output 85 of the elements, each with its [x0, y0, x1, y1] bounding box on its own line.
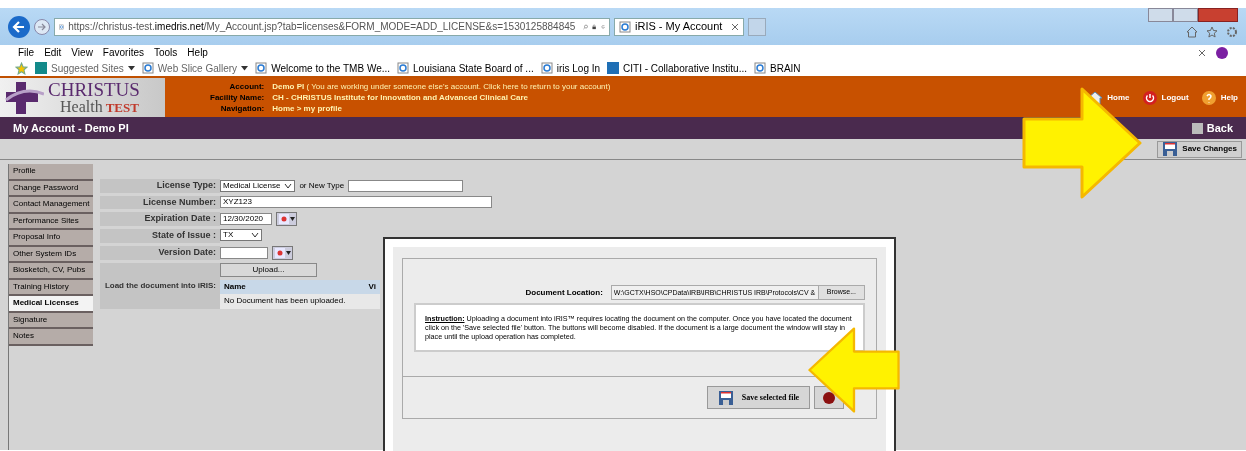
calendar-button[interactable] [276, 212, 297, 226]
favorites-link[interactable]: iris Log In [540, 60, 601, 76]
field-label: or New Type [299, 179, 345, 192]
power-icon [1141, 89, 1158, 106]
cancel-icon [823, 391, 835, 404]
browser-tab[interactable]: iRIS - My Account [614, 17, 744, 36]
save-changes-button[interactable]: Save Changes [1157, 140, 1242, 158]
license-number-field[interactable]: XYZ123 [220, 195, 492, 208]
chevron-icon [284, 182, 293, 189]
restore-button[interactable] [1173, 8, 1198, 22]
info-value: CH - CHRISTUS Institute for Innovation and Advanced Clinical Care [272, 92, 529, 103]
sidebar-item[interactable]: Contact Management [9, 197, 93, 214]
forward-arrow-icon [37, 21, 47, 32]
bing-icon [35, 62, 47, 74]
page-title: My Account - Demo PI [13, 120, 129, 136]
close-button[interactable] [1198, 8, 1238, 22]
save-file-button[interactable]: Save selected file [707, 386, 810, 409]
header-link[interactable]: Logout [1141, 89, 1189, 106]
tab-title: iRIS - My Account [635, 19, 724, 35]
favorites-link[interactable]: Web Slice Gallery [141, 60, 249, 76]
close-icon[interactable] [731, 22, 739, 31]
menu-item[interactable]: Edit [44, 45, 62, 60]
back-button[interactable] [8, 15, 30, 38]
calendar-button[interactable] [272, 245, 293, 260]
back-arrow-icon [12, 19, 26, 34]
forward-button[interactable] [34, 18, 50, 35]
chevron-icon [251, 232, 259, 238]
back-link[interactable]: Back [1191, 119, 1233, 137]
upload-button[interactable]: Upload... [220, 262, 317, 277]
sidebar-item[interactable]: Proposal Info [9, 230, 93, 247]
field-label: License Type: [100, 179, 220, 193]
address-bar[interactable]: https://christus-test.imedris.net/My_Account.jsp?tab=licenses&FORM_MODE=ADD_LICENSE&s=1530125884845 [54, 17, 610, 36]
home-icon[interactable] [1186, 26, 1198, 38]
site-icon [607, 62, 620, 74]
url-text: https://christus-test.imedris.net/My_Account.jsp?tab=licenses&FORM_MODE=ADD_LICENSE&s=1530125884845 [68, 20, 576, 34]
field-label: Load the document into iRIS: [100, 262, 220, 309]
menu-item[interactable]: View [71, 45, 93, 60]
sidebar-item[interactable]: Biosketch, CV, Pubs [9, 263, 93, 280]
settings-icon[interactable] [1226, 26, 1238, 38]
field-label: License Number: [100, 195, 220, 209]
logo-subtitle: Health TEST [59, 99, 140, 115]
info-label: Navigation: [219, 103, 265, 114]
column-header: Vi [368, 280, 376, 293]
new-type-field[interactable] [348, 179, 464, 192]
field-label: Document Location: [525, 286, 603, 299]
menu-item[interactable]: File [18, 45, 35, 60]
calendar-icon [274, 247, 291, 258]
help-icon [1200, 89, 1217, 106]
favorites-link[interactable]: Louisiana State Board of ... [397, 60, 534, 76]
close-icon[interactable] [1198, 48, 1206, 57]
favorites-link[interactable]: Suggested Sites [35, 60, 135, 76]
menu-item[interactable]: Favorites [102, 45, 144, 60]
profile-icon[interactable] [1216, 46, 1228, 59]
state-select[interactable]: TX [220, 229, 262, 241]
version-date-field[interactable] [220, 246, 268, 259]
favorites-link[interactable]: BRAIN [754, 60, 801, 76]
dropdown-caret-icon [241, 65, 249, 71]
field-label: State of Issue : [100, 229, 220, 243]
star-icon[interactable] [1206, 26, 1218, 38]
field-label: Version Date: [100, 245, 220, 260]
info-value[interactable]: Demo PI ( You are working under someone else's account. Click here to return to your account) [272, 81, 611, 92]
favorites-star-icon[interactable] [15, 61, 28, 75]
favorites-link[interactable]: CITI - Collaborative Institu... [607, 60, 747, 76]
page-icon [619, 20, 631, 33]
sidebar-item[interactable]: Profile [9, 164, 93, 181]
back-icon [1191, 122, 1203, 134]
menu-item[interactable]: Tools [154, 45, 178, 60]
minimize-button[interactable] [1148, 8, 1173, 22]
dropdown-caret-icon [127, 65, 135, 71]
info-value: Home > my profile [272, 103, 343, 114]
field-label: Expiration Date : [100, 212, 220, 226]
calendar-icon [278, 214, 295, 224]
menu-item[interactable]: Help [187, 45, 208, 60]
sidebar-item[interactable]: Medical Licenses [9, 296, 93, 313]
cross-icon [4, 79, 44, 116]
sidebar-item[interactable]: Notes [9, 329, 93, 346]
expiration-date-field[interactable]: 12/30/2020 [220, 213, 272, 225]
column-header: Name [224, 280, 246, 293]
favorites-link[interactable]: Welcome to the TMB We... [255, 60, 391, 76]
info-label: Facility Name: [210, 92, 265, 103]
logo-name: CHRISTUS [48, 80, 140, 99]
floppy-icon [717, 389, 734, 406]
license-type-select[interactable]: Medical License [220, 179, 296, 192]
header-link[interactable]: Help [1200, 89, 1238, 106]
info-label: Account: [228, 81, 265, 92]
